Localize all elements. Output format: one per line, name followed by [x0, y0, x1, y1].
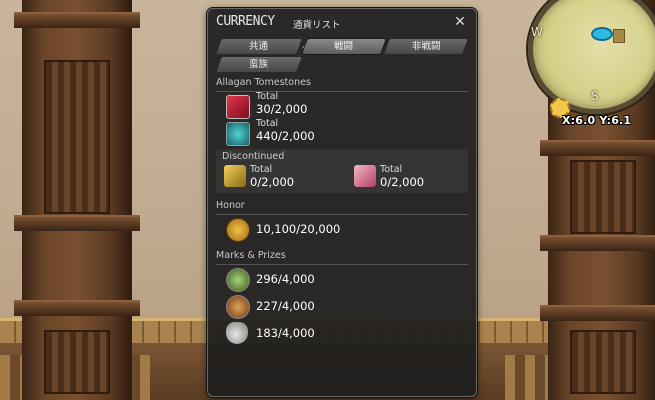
currency-amount: 10,100/20,000: [256, 222, 341, 236]
discontinued-panel: Discontinued Total 0/2,000 Total 0/2,000: [216, 149, 468, 193]
wooden-pillar-left: [14, 0, 140, 400]
discontinued-header: Discontinued: [222, 151, 285, 162]
door-icon: [613, 29, 625, 43]
pink-tomestone-icon: [354, 165, 376, 187]
tab-battle[interactable]: 戦闘: [300, 38, 388, 55]
tab-label: 蛮族: [249, 59, 269, 70]
window-title: CURRENCY: [216, 14, 275, 29]
currency-label: Total: [380, 164, 403, 175]
pillar-panel: [570, 160, 636, 234]
pillar-band: [14, 300, 140, 316]
tab-beast-tribe[interactable]: 蛮族: [214, 56, 304, 73]
window-subtitle: 通貨リスト: [293, 20, 341, 31]
pillar-band: [14, 12, 140, 28]
player-marker-icon: [591, 27, 613, 41]
currency-row[interactable]: 183/4,000: [216, 321, 468, 347]
section-header-tomestones: Allagan Tomestones: [216, 77, 468, 92]
currency-row[interactable]: 227/4,000: [216, 294, 468, 320]
pillar-panel: [570, 330, 636, 394]
tab-label: 非戦闘: [411, 41, 441, 52]
currency-row[interactable]: 10,100/20,000: [216, 217, 468, 243]
map-coordinates: X:6.0 Y:6.1: [562, 114, 632, 127]
currency-amount: 30/2,000: [256, 102, 308, 116]
red-tomestone-icon: [226, 95, 250, 119]
tab-label: 共通: [249, 41, 269, 52]
tab-non-battle[interactable]: 非戦闘: [382, 38, 470, 55]
bronze-medal-icon: [226, 295, 250, 319]
pillar-band: [540, 305, 655, 321]
currency-window[interactable]: CURRENCY 通貨リスト ✕ 共通 戦闘 非戦闘 蛮族 Allagan To…: [207, 8, 477, 397]
currency-amount: 0/2,000: [380, 175, 425, 189]
section-header-marks: Marks & Prizes: [216, 250, 468, 265]
currency-row[interactable]: Total 0/2,000: [346, 164, 466, 191]
currency-row[interactable]: Total 30/2,000: [216, 91, 468, 119]
honor-coin-icon: [226, 218, 250, 242]
currency-amount: 227/4,000: [256, 299, 315, 313]
gold-tomestone-icon: [224, 165, 246, 187]
currency-label: Total: [256, 91, 279, 102]
tab-label: 戦闘: [334, 41, 354, 52]
tab-common[interactable]: 共通: [214, 38, 304, 55]
currency-row[interactable]: 296/4,000: [216, 267, 468, 293]
compass-south-label: S: [591, 89, 599, 103]
currency-amount: 0/2,000: [250, 175, 295, 189]
currency-label: Total: [250, 164, 273, 175]
pillar-band: [14, 215, 140, 231]
teal-tomestone-icon: [226, 122, 250, 146]
currency-row[interactable]: Total 440/2,000: [216, 118, 468, 146]
pillar-panel: [44, 60, 110, 214]
pillar-panel: [44, 330, 110, 394]
currency-label: Total: [256, 118, 279, 129]
currency-amount: 440/2,000: [256, 129, 315, 143]
currency-amount: 296/4,000: [256, 272, 315, 286]
coin-pouch-icon: [226, 322, 248, 344]
compass-west-label: W: [531, 25, 543, 39]
window-titlebar[interactable]: CURRENCY 通貨リスト ✕: [216, 14, 468, 34]
pillar-band: [540, 140, 655, 156]
currency-amount: 183/4,000: [256, 326, 315, 340]
green-medal-icon: [226, 268, 250, 292]
close-icon: ✕: [454, 14, 466, 30]
pillar-band: [540, 235, 655, 251]
currency-row[interactable]: Total 0/2,000: [216, 164, 336, 191]
close-button[interactable]: ✕: [452, 14, 468, 30]
section-header-honor: Honor: [216, 200, 468, 215]
